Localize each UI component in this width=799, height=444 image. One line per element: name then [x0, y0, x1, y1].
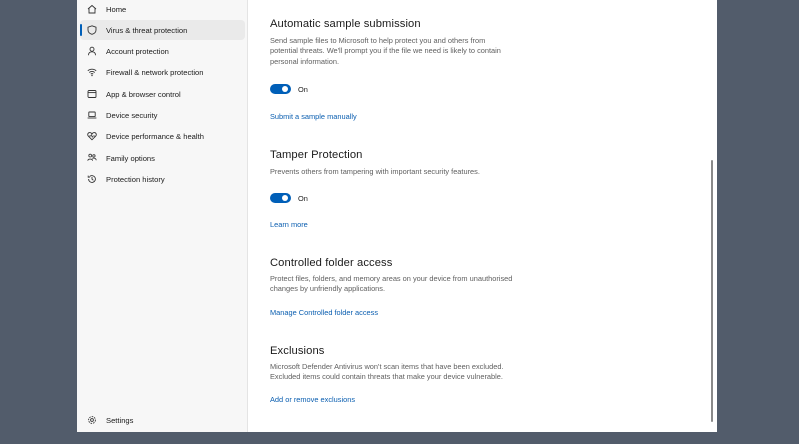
- description-line: Protect files, folders, and memory areas…: [270, 274, 513, 283]
- sidebar-item-device-performance[interactable]: Device performance & health: [80, 126, 245, 146]
- add-remove-exclusions-link[interactable]: Add or remove exclusions: [270, 395, 355, 404]
- description-line: Prevents others from tampering with impo…: [270, 167, 480, 176]
- section-description: Send sample files to Microsoft to help p…: [270, 36, 560, 67]
- tamper-protection-toggle[interactable]: [270, 193, 291, 203]
- exclusions-section: Exclusions Microsoft Defender Antivirus …: [270, 345, 560, 383]
- history-icon: [86, 173, 98, 185]
- sidebar-item-app-browser-control[interactable]: App & browser control: [80, 84, 245, 104]
- toggle-state-label: On: [298, 84, 308, 94]
- heart-icon: [86, 130, 98, 142]
- sidebar-item-label: Device performance & health: [106, 131, 204, 141]
- person-icon: [86, 45, 98, 57]
- sidebar-item-label: Account protection: [106, 46, 169, 56]
- toggle-state-label: On: [298, 193, 308, 203]
- sidebar-item-home[interactable]: Home: [80, 0, 245, 19]
- sidebar-item-settings[interactable]: Settings: [80, 410, 245, 430]
- shield-icon: [86, 24, 98, 36]
- sidebar-item-label: Virus & threat protection: [106, 25, 188, 35]
- sidebar-item-label: App & browser control: [106, 89, 181, 99]
- controlled-folder-access-section: Controlled folder access Protect files, …: [270, 257, 560, 295]
- sidebar-item-device-security[interactable]: Device security: [80, 105, 245, 125]
- submit-sample-link[interactable]: Submit a sample manually: [270, 112, 357, 121]
- sample-submission-toggle[interactable]: [270, 84, 291, 94]
- sidebar-item-protection-history[interactable]: Protection history: [80, 169, 245, 189]
- description-line: personal information.: [270, 56, 340, 66]
- section-title: Automatic sample submission: [270, 18, 421, 30]
- laptop-icon: [86, 109, 98, 121]
- description-line: Microsoft Defender Antivirus won't scan …: [270, 362, 504, 371]
- sidebar: Home Virus & threat protection Account p…: [77, 0, 248, 432]
- sidebar-item-firewall[interactable]: Firewall & network protection: [80, 62, 245, 82]
- wifi-icon: [86, 66, 98, 78]
- section-title: Controlled folder access: [270, 257, 393, 269]
- section-description: Protect files, folders, and memory areas…: [270, 274, 560, 295]
- family-icon: [86, 152, 98, 164]
- active-indicator: [80, 24, 82, 36]
- sidebar-item-virus-threat-protection[interactable]: Virus & threat protection: [80, 20, 245, 40]
- description-line: Send sample files to Microsoft to help p…: [270, 36, 486, 45]
- sidebar-item-label: Device security: [106, 110, 158, 120]
- vertical-scrollbar[interactable]: [711, 160, 713, 422]
- sidebar-item-label: Firewall & network protection: [106, 67, 204, 77]
- tamper-protection-toggle-row: On: [270, 193, 308, 203]
- description-line: potential threats. We'll prompt you if t…: [270, 46, 501, 56]
- description-line: Excluded items could contain threats tha…: [270, 372, 503, 382]
- sidebar-item-label: Home: [106, 4, 127, 14]
- learn-more-link[interactable]: Learn more: [270, 220, 308, 229]
- windows-security-window: Home Virus & threat protection Account p…: [77, 0, 717, 432]
- tamper-protection-section: Tamper Protection Prevents others from t…: [270, 149, 560, 177]
- main-content: Automatic sample submission Send sample …: [248, 0, 715, 432]
- section-description: Prevents others from tampering with impo…: [270, 167, 560, 177]
- gear-icon: [86, 414, 98, 426]
- sidebar-item-label: Family options: [106, 153, 155, 163]
- sidebar-item-label: Settings: [106, 415, 134, 425]
- sample-submission-toggle-row: On: [270, 84, 308, 94]
- section-description: Microsoft Defender Antivirus won't scan …: [270, 362, 560, 383]
- section-title: Tamper Protection: [270, 149, 363, 161]
- app-window-icon: [86, 88, 98, 100]
- sidebar-item-family-options[interactable]: Family options: [80, 148, 245, 168]
- sidebar-item-account-protection[interactable]: Account protection: [80, 41, 245, 61]
- sample-submission-section: Automatic sample submission Send sample …: [270, 18, 560, 67]
- description-line: changes by unfriendly applications.: [270, 284, 386, 294]
- sidebar-item-label: Protection history: [106, 174, 165, 184]
- section-title: Exclusions: [270, 345, 325, 357]
- home-icon: [86, 3, 98, 15]
- manage-controlled-folder-access-link[interactable]: Manage Controlled folder access: [270, 308, 378, 317]
